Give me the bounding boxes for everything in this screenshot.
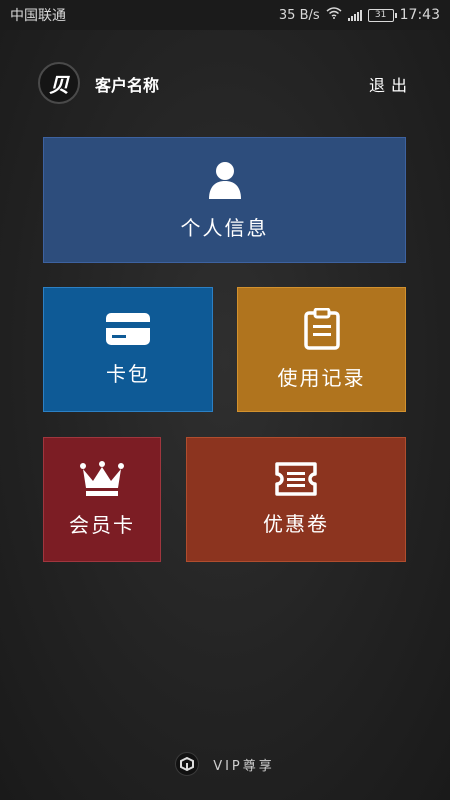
battery-level: 31 [374,10,387,20]
personal-info-label: 个人信息 [180,215,269,240]
network-speed: 35 B/s [278,7,320,23]
status-indicators: 35 B/s 31 17:43 [279,7,440,23]
clock: 17:43 [399,7,440,23]
member-card-tile[interactable]: 会员卡 [43,437,161,562]
card-icon [105,312,151,346]
member-card-label: 会员卡 [69,513,135,537]
usage-records-tile[interactable]: 使用记录 [237,287,406,412]
ticket-icon [274,462,318,496]
usage-records-label: 使用记录 [277,366,366,390]
wallet-tile[interactable]: 卡包 [43,287,213,412]
customer-name: 客户名称 [95,76,160,95]
brand-logo: 贝 [38,62,80,104]
footer: VIP尊享 [0,750,450,778]
carrier-name: 中国联通 [10,8,66,24]
personal-info-tile[interactable]: 个人信息 [43,137,406,263]
vip-brand-text: VIP尊享 [213,758,275,774]
coupons-label: 优惠卷 [263,512,329,536]
status-bar: 中国联通 35 B/s 31 17:43 [0,0,450,30]
vip-logo-icon [175,752,200,776]
user-icon [208,160,242,200]
logout-button[interactable]: 退出 [369,72,413,96]
coupons-tile[interactable]: 优惠卷 [186,437,406,562]
wifi-icon [326,7,342,23]
brand-logo-glyph: 贝 [49,72,69,97]
header: 贝 客户名称 退出 [0,58,450,108]
clipboard-icon [303,308,340,350]
crown-icon [80,461,124,497]
wallet-label: 卡包 [106,362,150,386]
battery-icon: 31 [367,8,397,22]
signal-icon [347,9,362,21]
